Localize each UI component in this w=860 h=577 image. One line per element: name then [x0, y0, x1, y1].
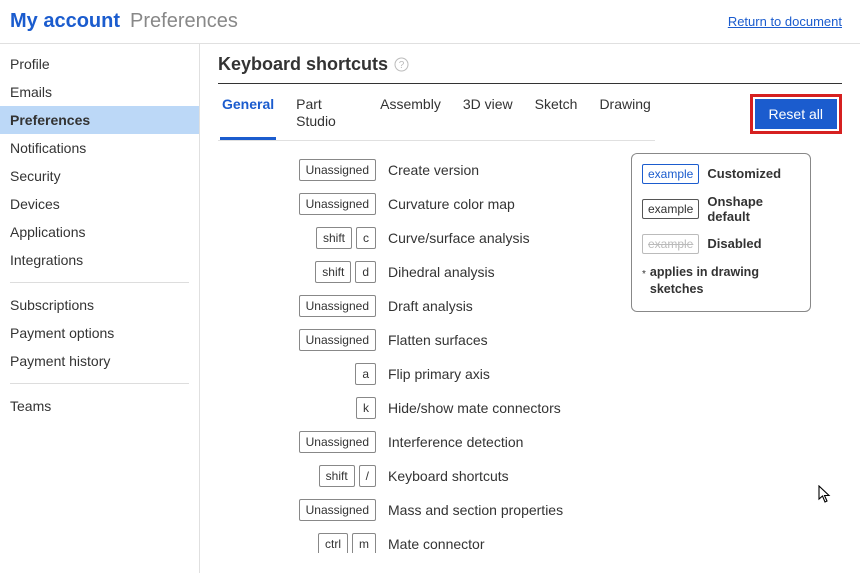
shortcut-row: shiftd Dihedral analysis [298, 255, 613, 289]
shortcut-action: Draft analysis [388, 298, 473, 314]
sidebar-item-profile[interactable]: Profile [0, 50, 199, 78]
shortcut-keys[interactable]: k [298, 397, 376, 419]
key-slash: / [359, 465, 376, 487]
tab-3d-view[interactable]: 3D view [461, 94, 515, 140]
key-k: k [356, 397, 376, 419]
shortcut-keys[interactable]: Unassigned [298, 295, 376, 317]
sidebar-item-preferences[interactable]: Preferences [0, 106, 199, 134]
key-c: c [356, 227, 376, 249]
sidebar-item-devices[interactable]: Devices [0, 190, 199, 218]
shortcut-keys[interactable]: Unassigned [298, 499, 376, 521]
unassigned-key: Unassigned [299, 329, 376, 351]
key-shift: shift [315, 261, 351, 283]
key-a: a [355, 363, 376, 385]
legend-default-label: Onshape default [707, 194, 800, 224]
shortcut-action: Keyboard shortcuts [388, 468, 509, 484]
shortcut-action: Flatten surfaces [388, 332, 488, 348]
sidebar: ProfileEmailsPreferencesNotificationsSec… [0, 44, 200, 573]
shortcut-action: Create version [388, 162, 479, 178]
shortcut-action: Interference detection [388, 434, 523, 450]
legend-note: applies in drawing sketches [650, 264, 800, 299]
shortcut-row: Unassigned Draft analysis [298, 289, 613, 323]
tab-general[interactable]: General [220, 94, 276, 140]
key-m: m [352, 533, 376, 553]
shortcut-list[interactable]: Unassigned Create version Unassigned Curvat… [218, 153, 613, 553]
shortcut-keys[interactable]: ctrlm [298, 533, 376, 553]
legend-panel: example Customized example Onshape defau… [631, 153, 811, 312]
shortcut-action: Hide/show mate connectors [388, 400, 561, 416]
shortcut-row: Unassigned Curvature color map [298, 187, 613, 221]
breadcrumb-root[interactable]: My account [10, 10, 120, 33]
legend-note-asterisk: * [642, 264, 646, 299]
shortcut-keys[interactable]: Unassigned [298, 159, 376, 181]
shortcut-action: Dihedral analysis [388, 264, 495, 280]
sidebar-item-notifications[interactable]: Notifications [0, 134, 199, 162]
shortcut-row: shiftc Curve/surface analysis [298, 221, 613, 255]
main-panel: Keyboard shortcuts ? General Part Studio A… [200, 44, 860, 573]
shortcut-row: k Hide/show mate connectors [298, 391, 613, 425]
sidebar-item-integrations[interactable]: Integrations [0, 246, 199, 274]
shortcut-row: a Flip primary axis [298, 357, 613, 391]
sidebar-item-subscriptions[interactable]: Subscriptions [0, 291, 199, 319]
shortcut-row: ctrlm Mate connector [298, 527, 613, 553]
shortcut-keys[interactable]: shiftd [298, 261, 376, 283]
tab-sketch[interactable]: Sketch [533, 94, 580, 140]
tab-drawing[interactable]: Drawing [597, 94, 652, 140]
legend-disabled-key: example [642, 234, 699, 254]
legend-customized-label: Customized [707, 166, 781, 181]
shortcut-keys[interactable]: Unassigned [298, 329, 376, 351]
tab-part-studio[interactable]: Part Studio [294, 94, 360, 140]
shortcut-row: Unassigned Mass and section properties [298, 493, 613, 527]
unassigned-key: Unassigned [299, 431, 376, 453]
sidebar-item-teams[interactable]: Teams [0, 392, 199, 420]
unassigned-key: Unassigned [299, 499, 376, 521]
sidebar-item-payment-history[interactable]: Payment history [0, 347, 199, 375]
shortcut-action: Curvature color map [388, 196, 515, 212]
sidebar-item-payment-options[interactable]: Payment options [0, 319, 199, 347]
key-d: d [355, 261, 376, 283]
shortcut-row: shift/Keyboard shortcuts [298, 459, 613, 493]
svg-text:?: ? [399, 60, 405, 71]
tabs: General Part Studio Assembly 3D view Sketch D… [218, 94, 655, 141]
unassigned-key: Unassigned [299, 159, 376, 181]
sidebar-item-applications[interactable]: Applications [0, 218, 199, 246]
shortcut-row: Unassigned Flatten surfaces [298, 323, 613, 357]
unassigned-key: Unassigned [299, 295, 376, 317]
key-ctrl: ctrl [318, 533, 348, 553]
shortcut-keys[interactable]: shift/ [298, 465, 376, 487]
legend-disabled-label: Disabled [707, 236, 761, 251]
shortcut-action: Flip primary axis [388, 366, 490, 382]
tab-assembly[interactable]: Assembly [378, 94, 443, 140]
breadcrumb-current: Preferences [130, 10, 238, 33]
reset-all-highlight: Reset all [750, 94, 842, 134]
header: My account Preferences Return to documen… [0, 0, 860, 44]
shortcut-keys[interactable]: a [298, 363, 376, 385]
unassigned-key: Unassigned [299, 193, 376, 215]
shortcut-row: Unassigned Interference detection [298, 425, 613, 459]
legend-default-key: example [642, 199, 699, 219]
shortcut-row: Unassigned Create version [298, 153, 613, 187]
section-title: Keyboard shortcuts [218, 54, 388, 75]
reset-all-button[interactable]: Reset all [755, 99, 837, 129]
shortcut-action: Mate connector [388, 536, 485, 552]
help-icon[interactable]: ? [394, 57, 409, 72]
sidebar-item-security[interactable]: Security [0, 162, 199, 190]
shortcut-action: Curve/surface analysis [388, 230, 530, 246]
legend-customized-key: example [642, 164, 699, 184]
shortcut-keys[interactable]: shiftc [298, 227, 376, 249]
key-shift: shift [319, 465, 355, 487]
key-shift: shift [316, 227, 352, 249]
shortcut-action: Mass and section properties [388, 502, 563, 518]
sidebar-item-emails[interactable]: Emails [0, 78, 199, 106]
shortcut-keys[interactable]: Unassigned [298, 193, 376, 215]
return-to-document-link[interactable]: Return to document [728, 14, 842, 29]
shortcut-keys[interactable]: Unassigned [298, 431, 376, 453]
